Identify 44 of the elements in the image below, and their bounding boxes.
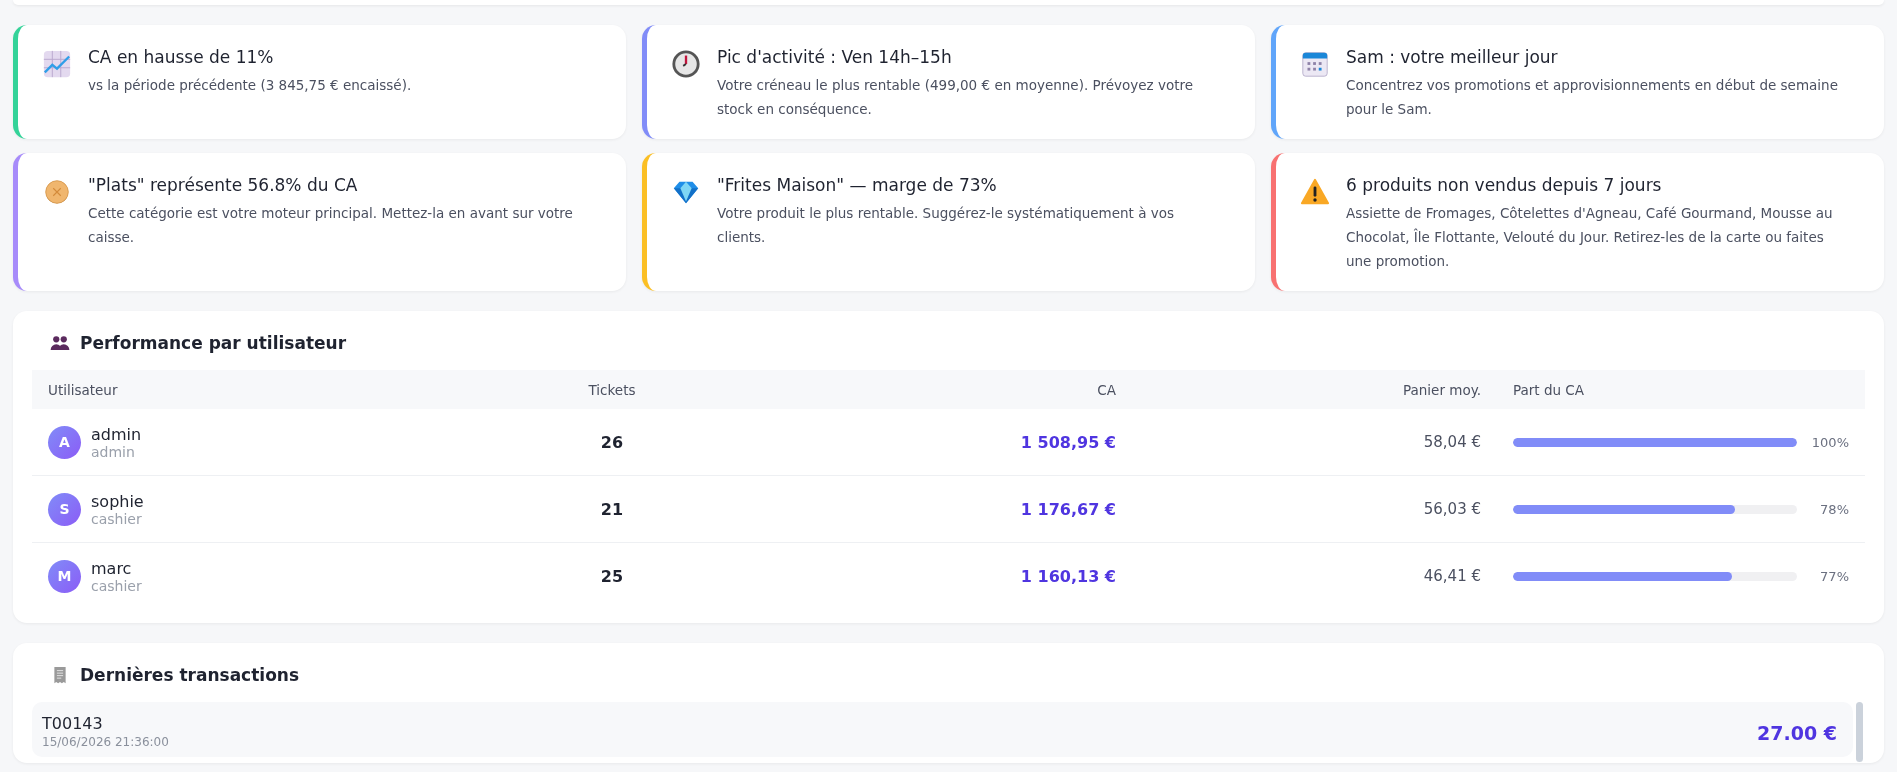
user-role: admin — [91, 443, 136, 460]
user-name: marc — [91, 558, 133, 578]
table-cell-text: 21 — [599, 499, 625, 519]
table-cell-text: 1 508,95 € — [1019, 432, 1117, 452]
insight-title: "Frites Maison" — marge de 73% — [717, 175, 998, 195]
insight-text: Assiette de Fromages, Côtelettes d'Agneau, Café Gourmand, Mousse au Chocolat, Île Flottante, Velouté du Jour. Retirez-les de la carte ou faites une promotion. — [1346, 204, 1834, 271]
insight-title: 6 produits non vendus depuis 7 jours — [1346, 175, 1663, 195]
transaction-date: 15/06/2026 21:36:00 — [42, 735, 169, 749]
transaction-row[interactable]: T00143 15/06/2026 21:36:00 27.00 € — [32, 702, 1853, 757]
insight-title: "Plats" représente 56.8% du CA — [88, 175, 359, 195]
table-cell-text: 46,41 € — [1422, 567, 1482, 585]
share-percent: 77% — [1819, 568, 1849, 584]
section-title: Dernières transactions — [80, 665, 300, 685]
insight-text: Votre produit le plus rentable. Suggérez-le systématiquement à vos clients. — [717, 204, 1175, 247]
table-cell-text: 1 176,67 € — [1019, 499, 1117, 519]
column-header: Part du CA — [1512, 381, 1586, 398]
table-cell-text: 1 160,13 € — [1019, 566, 1117, 586]
table-cell-text: 25 — [599, 566, 625, 586]
share-percent: 78% — [1819, 501, 1849, 517]
table-cell-text: 56,03 € — [1422, 500, 1482, 518]
insight-text: Votre créneau le plus rentable (499,00 € en moyenne). Prévoyez votre stock en conséquence. — [717, 76, 1194, 119]
user-avatar: A — [48, 425, 81, 459]
section-title: Performance par utilisateur — [80, 333, 347, 353]
user-name: admin — [91, 424, 142, 444]
table-cell-text: 26 — [599, 432, 625, 452]
insight-text: vs la période précédente (3 845,75 € encaissé). — [88, 76, 412, 95]
user-role: cashier — [91, 577, 142, 594]
insight-text: Concentrez vos promotions et approvisionnements en début de semaine pour le Sam. — [1346, 76, 1839, 119]
column-header: Panier moy. — [1401, 381, 1482, 398]
transaction-amount: 27.00 € — [1757, 722, 1837, 744]
user-role: cashier — [91, 510, 143, 527]
transaction-id: T00143 — [42, 714, 104, 733]
insight-title: Pic d'activité : Ven 14h–15h — [717, 47, 953, 67]
insight-title: CA en hausse de 11% — [88, 47, 275, 67]
table-cell-text: 58,04 € — [1422, 433, 1482, 451]
user-name: sophie — [91, 491, 144, 511]
user-avatar: S — [48, 492, 81, 526]
share-percent: 100% — [1810, 434, 1849, 450]
column-header: Tickets — [587, 381, 637, 398]
insight-text: Cette catégorie est votre moteur principal. Mettez-la en avant sur votre caisse. — [88, 204, 574, 247]
insight-title: Sam : votre meilleur jour — [1346, 47, 1559, 67]
column-header: CA — [1096, 381, 1117, 398]
column-header: Utilisateur — [47, 381, 119, 398]
user-avatar: M — [48, 559, 81, 593]
